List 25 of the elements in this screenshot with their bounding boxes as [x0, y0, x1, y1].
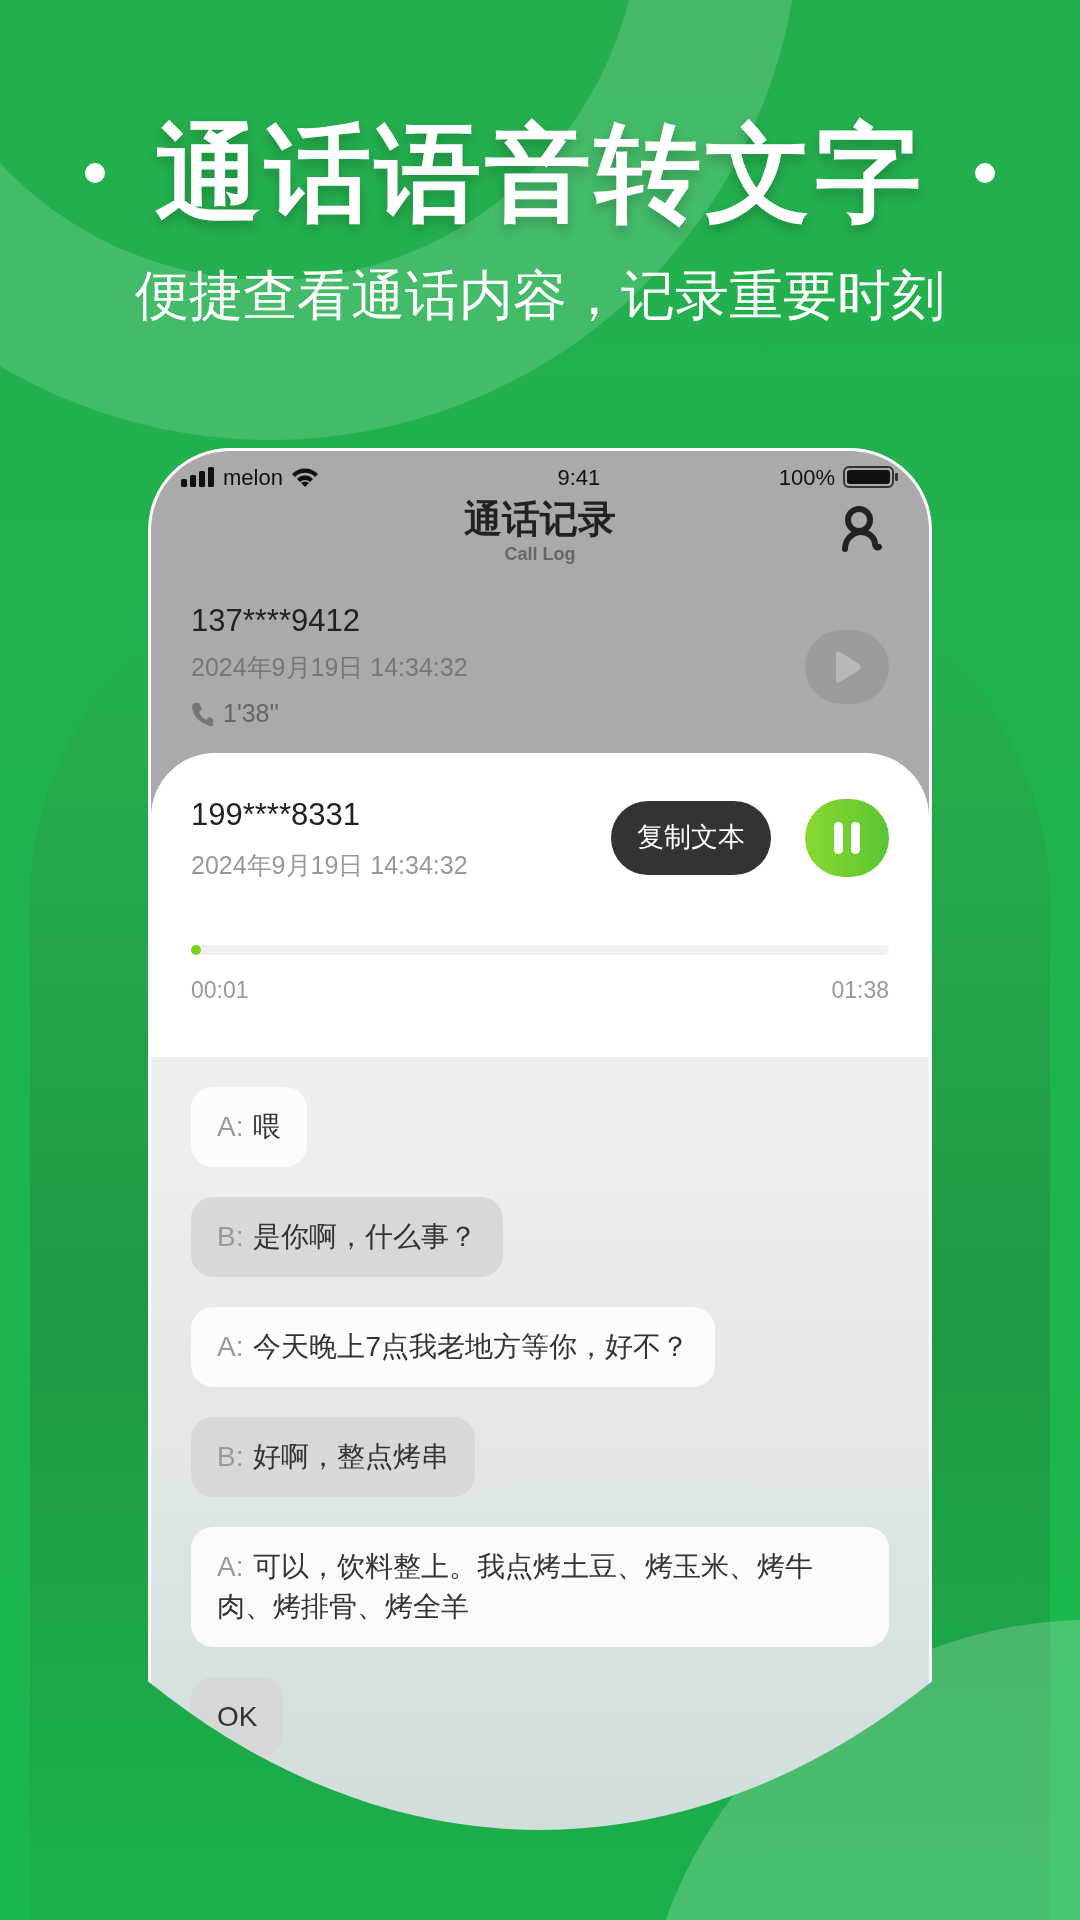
battery-icon [843, 466, 899, 488]
screen-subtitle: Call Log [504, 543, 576, 565]
signal-icon [181, 467, 215, 487]
screen-title: 通话记录 [464, 497, 616, 542]
elapsed-time: 00:01 [191, 975, 249, 1005]
phone-number: 199****8331 [191, 795, 361, 834]
pause-icon [832, 819, 862, 856]
clock: 9:41 [557, 463, 601, 492]
subtitle: 便捷查看通话内容，记录重要时刻 [135, 268, 945, 322]
transcript-bubble: A: 喂 [191, 1087, 308, 1167]
copy-text-button[interactable]: 复制文本 [611, 800, 771, 875]
transcript-bubble: B: 好啊，整点烤串 [191, 1417, 476, 1497]
transcript-bubble: A: 可以，饮料整上。我点烤土豆、烤玉米、烤牛肉、烤排骨、烤全羊 [191, 1527, 889, 1647]
transcript-bubble: B: 是你啊，什么事？ [191, 1197, 504, 1277]
total-time: 01:38 [831, 975, 889, 1005]
phone-number: 137****9412 [191, 602, 361, 640]
progress-track[interactable] [191, 944, 889, 955]
battery-percent: 100% [778, 463, 835, 492]
phone-icon [191, 701, 213, 726]
wifi-icon [290, 467, 319, 487]
call-duration: 1'38'' [223, 698, 280, 729]
transcript-bubble: A: 今天晚上7点我老地方等你，好不？ [191, 1307, 716, 1387]
carrier-name: melon [223, 463, 283, 492]
call-date: 2024年9月19日 14:34:32 [191, 849, 468, 881]
user-icon[interactable] [839, 505, 883, 555]
